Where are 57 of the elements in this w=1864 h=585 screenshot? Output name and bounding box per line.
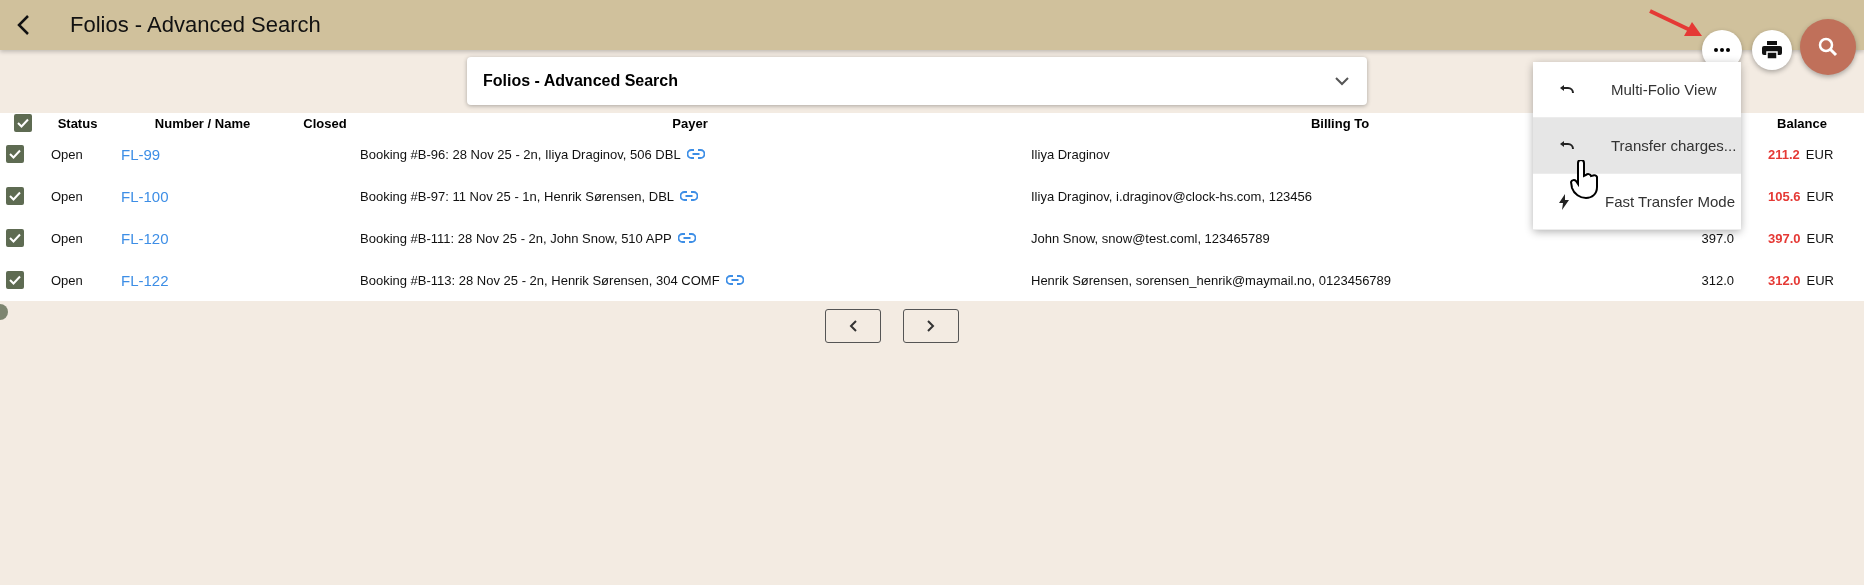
next-page-button[interactable] (903, 309, 959, 343)
checkbox[interactable] (14, 114, 32, 132)
panel-title: Folios - Advanced Search (483, 72, 678, 90)
table-cell: Booking #B-97: 11 Nov 25 - 1n, Henrik Sørensen, DBL (360, 188, 675, 204)
hand-cursor-icon (1570, 160, 1600, 200)
table-cell: Open (51, 272, 83, 288)
checkbox[interactable] (6, 187, 24, 205)
table-cell: Henrik Sørensen, sorensen_henrik@maymail.no, 0123456789 (1031, 272, 1392, 288)
table-cell: Booking #B-96: 28 Nov 25 - 2n, Iliya Draginov, 506 DBL (360, 146, 681, 162)
back-button[interactable] (16, 14, 30, 36)
undo-icon (1559, 140, 1575, 151)
table-cell: Booking #B-111: 28 Nov 25 - 2n, John Snow, 510 APP (360, 230, 672, 246)
search-panel[interactable]: Folios - Advanced Search (467, 57, 1367, 105)
menu-item[interactable]: Fast Transfer Mode (1533, 174, 1741, 230)
table-cell: Open (51, 230, 83, 246)
table-cell: Open (51, 146, 83, 162)
column-header: Number / Name (153, 115, 252, 131)
balance-amount: 105.6 (1768, 188, 1801, 204)
column-header: Payer (671, 115, 709, 131)
checkbox[interactable] (6, 271, 24, 289)
column-header: Balance (1776, 115, 1828, 131)
table-cell: Iliya Draginov, i.draginov@clock-hs.com, 123456 (1031, 188, 1313, 204)
checkbox[interactable] (6, 145, 24, 163)
chevron-right-icon (927, 320, 935, 332)
link-icon[interactable] (680, 191, 699, 201)
menu-item[interactable]: Transfer charges... (1533, 118, 1741, 174)
search-icon (1818, 37, 1838, 57)
currency: EUR (1806, 188, 1834, 204)
table-cell: John Snow, snow@test.coml, 123465789 (1031, 230, 1270, 246)
checkbox[interactable] (6, 229, 24, 247)
bolt-icon (1559, 193, 1569, 210)
currency: EUR (1805, 146, 1834, 162)
undo-icon (1559, 84, 1575, 95)
link-icon[interactable] (725, 275, 744, 285)
print-icon (1762, 41, 1782, 59)
balance-amount: 312.0 (1768, 272, 1801, 288)
previous-page-button[interactable] (825, 309, 881, 343)
table-cell: Open (51, 188, 83, 204)
balance-amount: 397.0 (1768, 230, 1801, 246)
currency: EUR (1806, 272, 1834, 288)
column-header: Status (56, 115, 99, 131)
print-button[interactable] (1752, 30, 1792, 70)
link-icon[interactable] (686, 149, 705, 159)
link-icon[interactable] (677, 233, 696, 243)
balance-amount: 211.2 (1768, 146, 1800, 162)
search-button[interactable] (1800, 19, 1856, 75)
more-icon (1714, 48, 1730, 52)
column-header: Billing To (1309, 115, 1371, 131)
chevron-left-icon (849, 320, 857, 332)
column-header: Closed (302, 115, 348, 131)
table-cell: 397.0 (1701, 230, 1734, 246)
page-title: Folios - Advanced Search (70, 12, 321, 38)
menu-item[interactable]: Multi-Folio View (1533, 62, 1741, 118)
currency: EUR (1806, 230, 1834, 246)
table-cell: Iliya Draginov (1031, 146, 1110, 162)
table-cell: Booking #B-113: 28 Nov 25 - 2n, Henrik Sørensen, 304 COMF (360, 272, 720, 288)
table-cell: 312.0 (1701, 272, 1734, 288)
